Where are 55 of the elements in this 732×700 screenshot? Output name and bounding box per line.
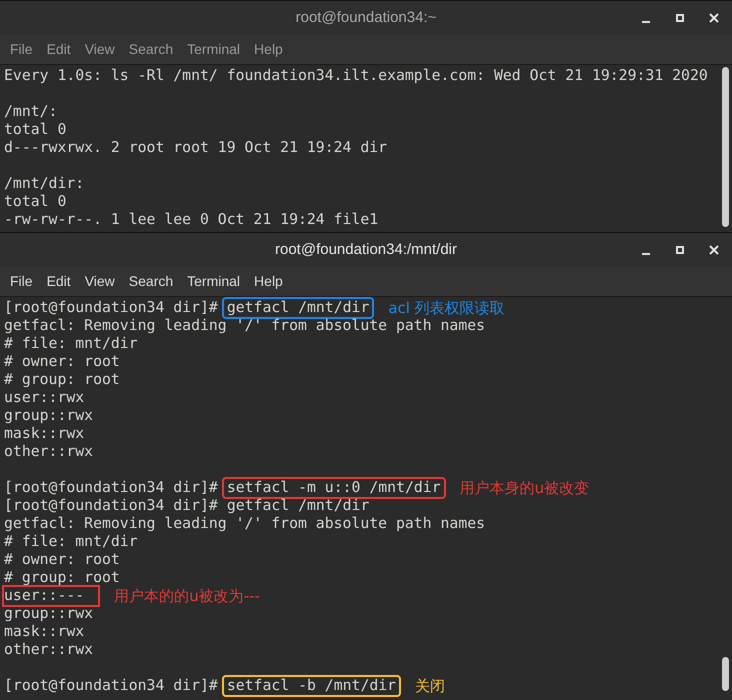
output-line: group::rwx <box>4 605 94 623</box>
output-line: /mnt/dir: <box>4 175 84 193</box>
output-line: getfacl: Removing leading '/' from absolute path names <box>4 515 486 533</box>
window-title: root@foundation34:~ <box>296 8 436 28</box>
output-line: total 0 <box>4 193 66 211</box>
maximize-icon[interactable] <box>674 244 686 256</box>
shell-prompt: [root@foundation34 dir]# <box>4 299 218 317</box>
highlighted-command: getfacl /mnt/dir <box>224 299 372 317</box>
menu-item[interactable]: View <box>84 271 115 292</box>
output-line: mask::rwx <box>4 623 84 641</box>
highlighted-command: setfacl -m u::0 /mnt/dir <box>224 479 444 497</box>
menu-item[interactable]: Terminal <box>187 271 240 292</box>
output-line: # file: mnt/dir <box>4 533 138 551</box>
output-line: Every 1.0s: ls -Rl /mnt/ foundation34.ilt.example.com: Wed Oct 21 19:29:31 2020 <box>4 67 708 85</box>
output-line: user::rwx <box>4 389 84 407</box>
output-line: # owner: root <box>4 353 120 371</box>
output-line: # group: root <box>4 371 120 389</box>
annotation-note: 关闭 <box>415 677 446 695</box>
menu-item[interactable]: Edit <box>46 271 71 292</box>
maximize-icon[interactable] <box>674 12 686 24</box>
menu-item[interactable]: File <box>10 271 33 292</box>
output-line: # group: root <box>4 569 120 587</box>
shell-prompt: [root@foundation34 dir]# <box>4 677 218 695</box>
menu-item[interactable]: Search <box>128 271 174 292</box>
scrollbar-thumb[interactable] <box>722 657 729 691</box>
menu-item[interactable]: View <box>84 39 115 60</box>
output-line: # file: mnt/dir <box>4 335 138 353</box>
menu-item[interactable]: Edit <box>46 39 71 60</box>
menu-item[interactable]: Help <box>254 39 283 60</box>
output-line: other::rwx <box>4 641 94 659</box>
output-line: group::rwx <box>4 407 94 425</box>
shell-prompt: [root@foundation34 dir]# <box>4 479 218 497</box>
output-line: getfacl: Removing leading '/' from absolute path names <box>4 317 486 335</box>
window-title: root@foundation34:/mnt/dir <box>275 240 457 260</box>
output-line: mask::rwx <box>4 425 84 443</box>
scrollbar-thumb[interactable] <box>722 67 729 227</box>
command-text: getfacl /mnt/dir <box>226 497 370 515</box>
annotation-note: acl 列表权限读取 <box>388 299 505 317</box>
output-line: total 0 <box>4 121 66 139</box>
close-icon[interactable] <box>708 12 720 24</box>
output-line: # owner: root <box>4 551 120 569</box>
output-line: other::rwx <box>4 443 94 461</box>
annotation-note: 用户本身的u被改变 <box>460 479 590 497</box>
menu-item[interactable]: File <box>10 39 33 60</box>
output-line: -rw-rw-r--. 1 lee lee 0 Oct 21 19:24 file1 <box>4 211 378 229</box>
highlighted-output: user::--- <box>4 587 98 605</box>
menu-item[interactable]: Search <box>128 39 174 60</box>
close-icon[interactable] <box>708 244 720 256</box>
menu-item[interactable]: Help <box>254 271 283 292</box>
highlighted-command: setfacl -b /mnt/dir <box>224 677 400 695</box>
output-line: d---rwxrwx. 2 root root 19 Oct 21 19:24 dir <box>4 139 388 157</box>
shell-prompt: [root@foundation34 dir]# <box>4 497 218 515</box>
menu-item[interactable]: Terminal <box>187 39 240 60</box>
output-line: /mnt/: <box>4 103 58 121</box>
annotation-note: 用户本的的u被改为--- <box>114 587 260 605</box>
